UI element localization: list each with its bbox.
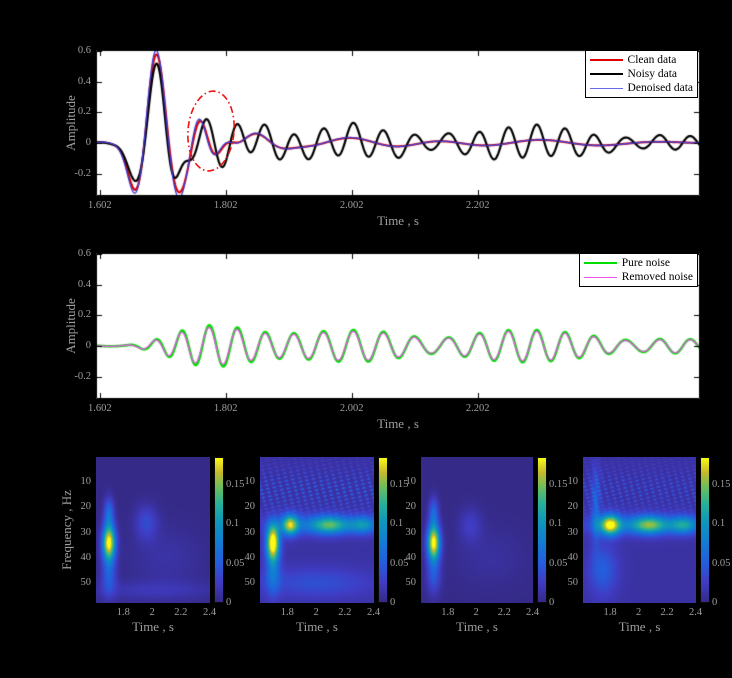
p2-xtick-label: 1.802 <box>206 403 246 415</box>
spectrogram-1-canvas <box>96 457 210 603</box>
legend-line-swatch <box>584 262 617 264</box>
spectrogram-x-axis-label: Time , s <box>421 619 533 635</box>
spectrogram-x-axis-label: Time , s <box>583 619 696 635</box>
spectrogram-xtick-label: 2.4 <box>513 607 553 619</box>
legend-entry: Denoised data <box>588 81 693 95</box>
legend-label: Pure noise <box>622 257 670 269</box>
spectrogram-ytick-label: 20 <box>233 501 255 513</box>
spectrogram-ytick-label: 30 <box>394 527 416 539</box>
spectrogram-ytick-label: 10 <box>556 476 578 488</box>
legend-label: Noisy data <box>628 68 678 80</box>
panel-middle-timeseries: Pure noise Removed noise <box>96 253 700 399</box>
spectrogram-1 <box>96 457 210 603</box>
spectrogram-4 <box>583 457 696 603</box>
legend-entry: Noisy data <box>588 67 693 81</box>
panel-top-timeseries: Clean data Noisy data Denoised data <box>96 50 700 196</box>
spectrogram-ytick-label: 50 <box>556 577 578 589</box>
spectrogram-ytick-label: 50 <box>233 577 255 589</box>
colorbar-tick-label: 0.05 <box>712 558 730 570</box>
spectrogram-ytick-label: 30 <box>233 527 255 539</box>
spectrogram-3-canvas <box>421 457 533 603</box>
legend-line-swatch <box>584 277 617 278</box>
spectrogram-4-canvas <box>583 457 696 603</box>
p2-xtick-label: 2.002 <box>332 403 372 415</box>
p2-ytick-label: 0.6 <box>61 248 91 260</box>
spectrogram-1-colorbar <box>214 457 224 603</box>
spectrogram-ytick-label: 40 <box>233 552 255 564</box>
spectrogram-ytick-label: 20 <box>69 501 91 513</box>
spectrogram-2-colorbar <box>378 457 388 603</box>
p1-ytick-label: -0.2 <box>61 168 91 180</box>
p1-ytick-label: 0.4 <box>61 76 91 88</box>
spectrogram-ytick-label: 40 <box>556 552 578 564</box>
p2-ytick-label: -0.2 <box>61 371 91 383</box>
spectrogram-xtick-label: 2.4 <box>354 607 394 619</box>
spectrogram-ytick-label: 10 <box>233 476 255 488</box>
p2-xtick-label: 1.602 <box>80 403 120 415</box>
p2-ytick-label: 0 <box>61 340 91 352</box>
p2-xtick-label: 2.202 <box>458 403 498 415</box>
colorbar-tick-label: 0.1 <box>712 518 725 530</box>
spectrogram-ytick-label: 50 <box>394 577 416 589</box>
spectrogram-ytick-label: 20 <box>394 501 416 513</box>
p1-x-axis-label: Time , s <box>96 213 700 229</box>
spectrogram-3 <box>421 457 533 603</box>
legend-label: Clean data <box>628 54 677 66</box>
p1-xtick-label: 2.202 <box>458 200 498 212</box>
p1-ytick-label: 0 <box>61 137 91 149</box>
p1-xtick-label: 1.802 <box>206 200 246 212</box>
figure-canvas: Amplitude Clean dataNoisy dataDenoised d… <box>0 0 732 678</box>
p1-ytick-label: 0.6 <box>61 45 91 57</box>
spectrogram-ytick-label: 30 <box>69 527 91 539</box>
spectrogram-ytick-label: 30 <box>556 527 578 539</box>
spectrogram-ytick-label: 20 <box>556 501 578 513</box>
legend-entry: Pure noise <box>582 256 693 270</box>
legend-line-swatch <box>590 88 623 89</box>
spectrogram-ytick-label: 10 <box>394 476 416 488</box>
spectrogram-3-colorbar <box>537 457 547 603</box>
legend-label: Denoised data <box>628 82 693 94</box>
p1-xtick-label: 2.002 <box>332 200 372 212</box>
highlight-ellipse-annotation <box>184 88 238 174</box>
p1-xtick-label: 1.602 <box>80 200 120 212</box>
p2-ytick-label: 0.4 <box>61 279 91 291</box>
p2-x-axis-label: Time , s <box>96 416 700 432</box>
spectrogram-ytick-label: 50 <box>69 577 91 589</box>
spectrogram-ytick-label: 10 <box>69 476 91 488</box>
p1-ytick-label: 0.2 <box>61 106 91 118</box>
p2-ytick-label: 0.2 <box>61 309 91 321</box>
spectrogram-2-canvas <box>260 457 374 603</box>
legend-line-swatch <box>590 59 623 61</box>
spectrogram-xtick-label: 2.4 <box>190 607 230 619</box>
spectrogram-x-axis-label: Time , s <box>96 619 210 635</box>
spectrogram-ytick-label: 40 <box>394 552 416 564</box>
spectrogram-ytick-label: 40 <box>69 552 91 564</box>
spectrogram-xtick-label: 2.4 <box>676 607 716 619</box>
legend-label: Removed noise <box>622 271 693 283</box>
colorbar-tick-label: 0.15 <box>712 479 730 491</box>
legend-entry: Removed noise <box>582 270 693 284</box>
spectrogram-4-colorbar <box>700 457 710 603</box>
spectrogram-2 <box>260 457 374 603</box>
p2-legend: Pure noise Removed noise <box>579 253 698 287</box>
legend-line-swatch <box>590 73 623 75</box>
p1-legend: Clean data Noisy data Denoised data <box>585 50 698 98</box>
spectrogram-x-axis-label: Time , s <box>260 619 374 635</box>
legend-entry: Clean data <box>588 53 693 67</box>
